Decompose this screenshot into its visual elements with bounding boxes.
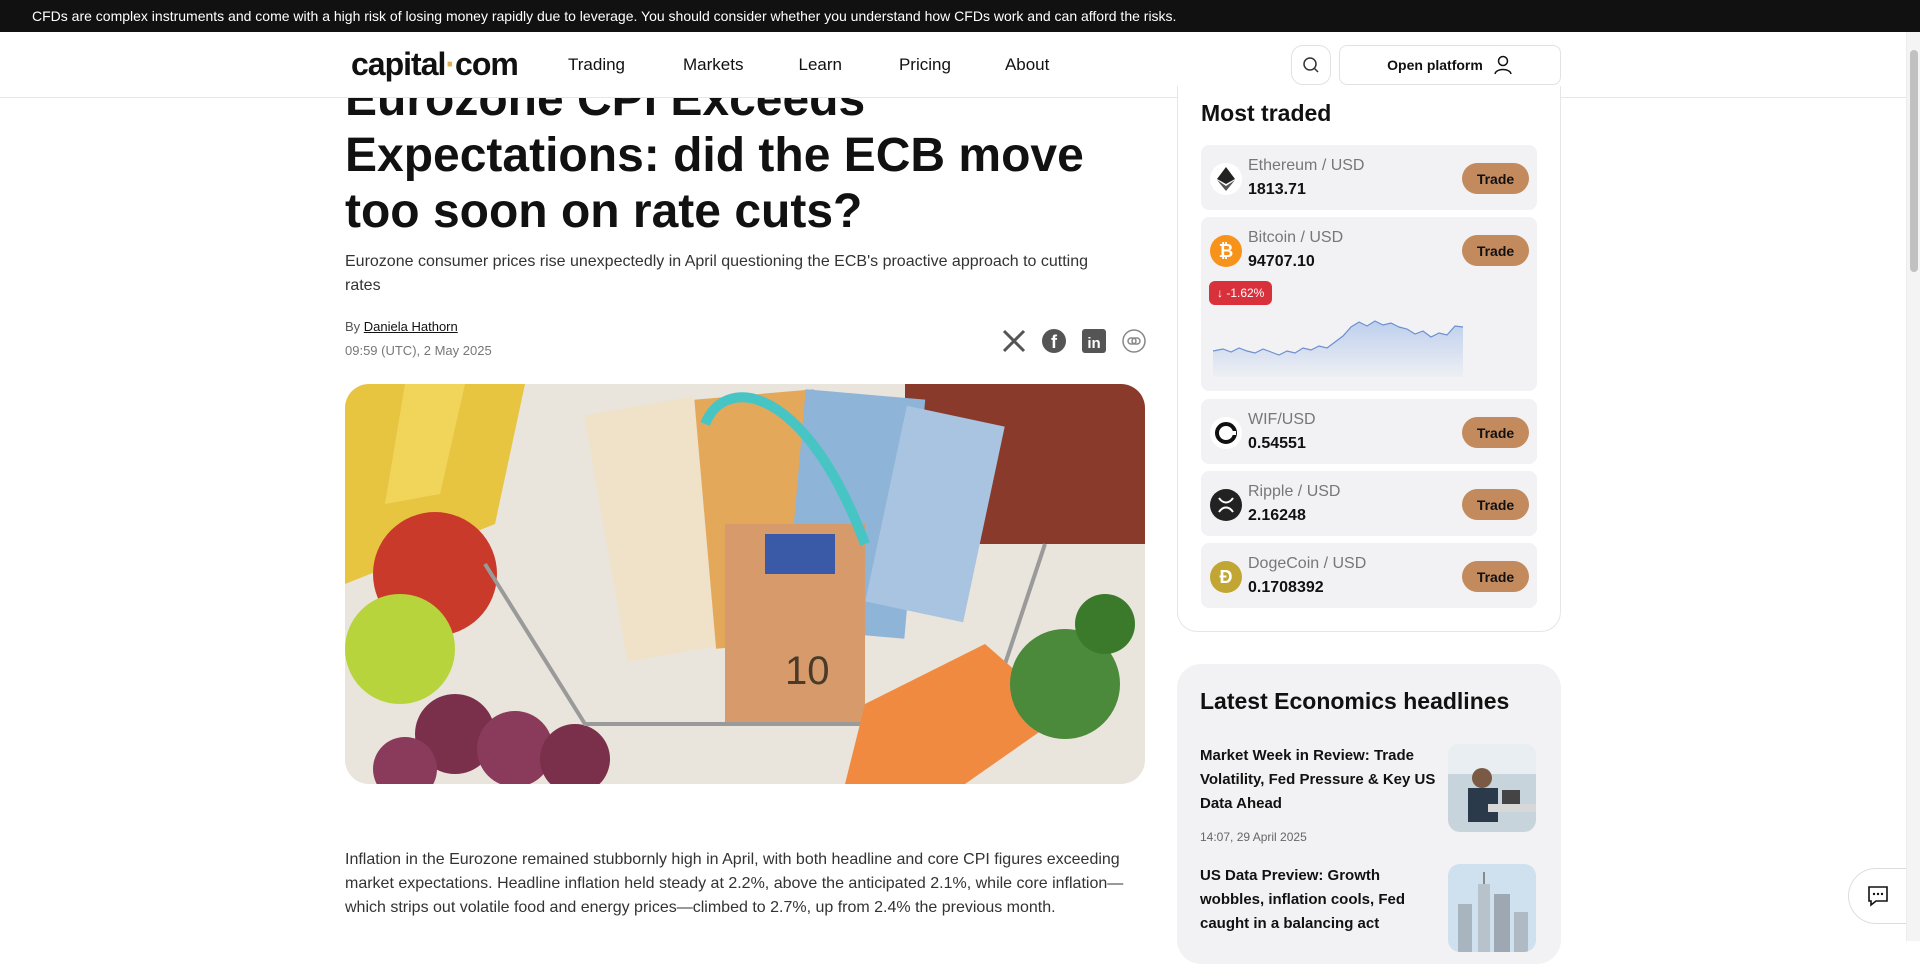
byline-prefix: By: [345, 319, 361, 334]
site-header: capital·com Trading Markets Learn Pricin…: [0, 32, 1906, 98]
nav-trading[interactable]: Trading: [568, 55, 625, 75]
trade-button[interactable]: Trade: [1462, 163, 1529, 194]
market-card-ethereum[interactable]: Ethereum / USD 1813.71 Trade: [1201, 145, 1537, 210]
headline-thumbnail[interactable]: [1448, 744, 1536, 832]
bitcoin-sparkline-chart: [1213, 320, 1464, 377]
facebook-share-icon[interactable]: f: [1040, 327, 1068, 355]
price-change-badge: ↓ -1.62%: [1209, 281, 1273, 305]
market-card-dogecoin[interactable]: Ð DogeCoin / USD 0.1708392 Trade: [1201, 543, 1537, 608]
byline: By Daniela Hathorn: [345, 319, 458, 334]
headline-item[interactable]: US Data Preview: Growth wobbles, inflati…: [1200, 864, 1536, 974]
market-card-wif[interactable]: WIF/USD 0.54551 Trade: [1201, 399, 1537, 464]
trade-button[interactable]: Trade: [1462, 235, 1529, 266]
article-subtitle: Eurozone consumer prices rise unexpected…: [345, 253, 1089, 294]
search-icon: [1303, 57, 1319, 73]
nav-pricing[interactable]: Pricing: [899, 55, 951, 75]
dogecoin-icon: Ð: [1210, 561, 1242, 593]
logo-text-left: capital: [351, 46, 446, 82]
nav-about[interactable]: About: [1005, 55, 1049, 75]
main-nav: Trading Markets Learn Pricing About: [568, 32, 1049, 98]
market-name: Ethereum / USD: [1248, 157, 1365, 174]
market-price: 0.54551: [1248, 435, 1306, 452]
market-name: DogeCoin / USD: [1248, 555, 1367, 572]
user-icon: [1494, 55, 1512, 75]
ethereum-icon: [1210, 163, 1242, 195]
trade-button[interactable]: Trade: [1462, 489, 1529, 520]
open-platform-label: Open platform: [1387, 57, 1483, 73]
svg-text:in: in: [1087, 335, 1100, 352]
headline-title[interactable]: US Data Preview: Growth wobbles, inflati…: [1200, 864, 1440, 936]
svg-text:10: 10: [785, 649, 830, 693]
market-price: 94707.10: [1248, 253, 1315, 270]
search-button[interactable]: [1291, 45, 1331, 85]
article-hero-image: 10: [345, 384, 1145, 784]
copy-link-share-icon[interactable]: [1120, 327, 1148, 355]
share-buttons: f in: [1000, 327, 1160, 355]
ripple-icon: [1210, 489, 1242, 521]
market-name: Ripple / USD: [1248, 483, 1341, 500]
article-body-paragraph: Inflation in the Eurozone remained stubb…: [345, 851, 1124, 916]
nav-learn[interactable]: Learn: [798, 55, 841, 75]
nav-markets[interactable]: Markets: [683, 55, 743, 75]
article-title-wrapper: Eurozone CPI Exceeds Expectations: did t…: [345, 98, 1145, 244]
most-traded-panel: Most traded Ethereum / USD 1813.71 Trade…: [1177, 86, 1561, 632]
scrollbar-thumb[interactable]: [1910, 50, 1918, 272]
article-title: Eurozone CPI Exceeds Expectations: did t…: [345, 98, 1084, 238]
author-link[interactable]: Daniela Hathorn: [364, 319, 458, 334]
market-name: WIF/USD: [1248, 411, 1316, 428]
trade-button[interactable]: Trade: [1462, 561, 1529, 592]
headline-thumbnail[interactable]: [1448, 864, 1536, 952]
svg-text:f: f: [1051, 332, 1058, 352]
x-share-icon[interactable]: [1000, 327, 1028, 355]
market-name: Bitcoin / USD: [1248, 229, 1344, 246]
logo-dot: ·: [445, 46, 456, 82]
market-price: 1813.71: [1248, 181, 1306, 198]
headline-item[interactable]: Market Week in Review: Trade Volatility,…: [1200, 744, 1536, 854]
headline-title[interactable]: Market Week in Review: Trade Volatility,…: [1200, 744, 1440, 816]
open-platform-button[interactable]: Open platform: [1339, 45, 1561, 85]
page-scrollbar[interactable]: [1906, 32, 1920, 941]
market-price: 0.1708392: [1248, 579, 1324, 596]
chat-icon: [1867, 886, 1888, 907]
market-card-ripple[interactable]: Ripple / USD 2.16248 Trade: [1201, 471, 1537, 536]
linkedin-share-icon[interactable]: in: [1080, 327, 1108, 355]
chat-support-button[interactable]: [1848, 868, 1906, 924]
trade-button[interactable]: Trade: [1462, 417, 1529, 448]
headlines-title: Latest Economics headlines: [1200, 688, 1510, 714]
article-date: 09:59 (UTC), 2 May 2025: [345, 343, 492, 358]
wif-icon: [1210, 417, 1242, 449]
bitcoin-icon: ₿: [1210, 235, 1242, 267]
most-traded-title: Most traded: [1201, 100, 1332, 126]
latest-headlines-panel: Latest Economics headlines Market Week i…: [1177, 664, 1561, 964]
market-card-bitcoin[interactable]: ₿ Bitcoin / USD 94707.10 Trade ↓ -1.62%: [1201, 217, 1537, 391]
capital-com-logo[interactable]: capital·com: [351, 46, 519, 83]
headline-date: 14:07, 29 April 2025: [1200, 830, 1307, 844]
logo-text-right: com: [455, 46, 519, 82]
market-price: 2.16248: [1248, 507, 1306, 524]
risk-warning-banner: CFDs are complex instruments and come wi…: [0, 0, 1920, 32]
